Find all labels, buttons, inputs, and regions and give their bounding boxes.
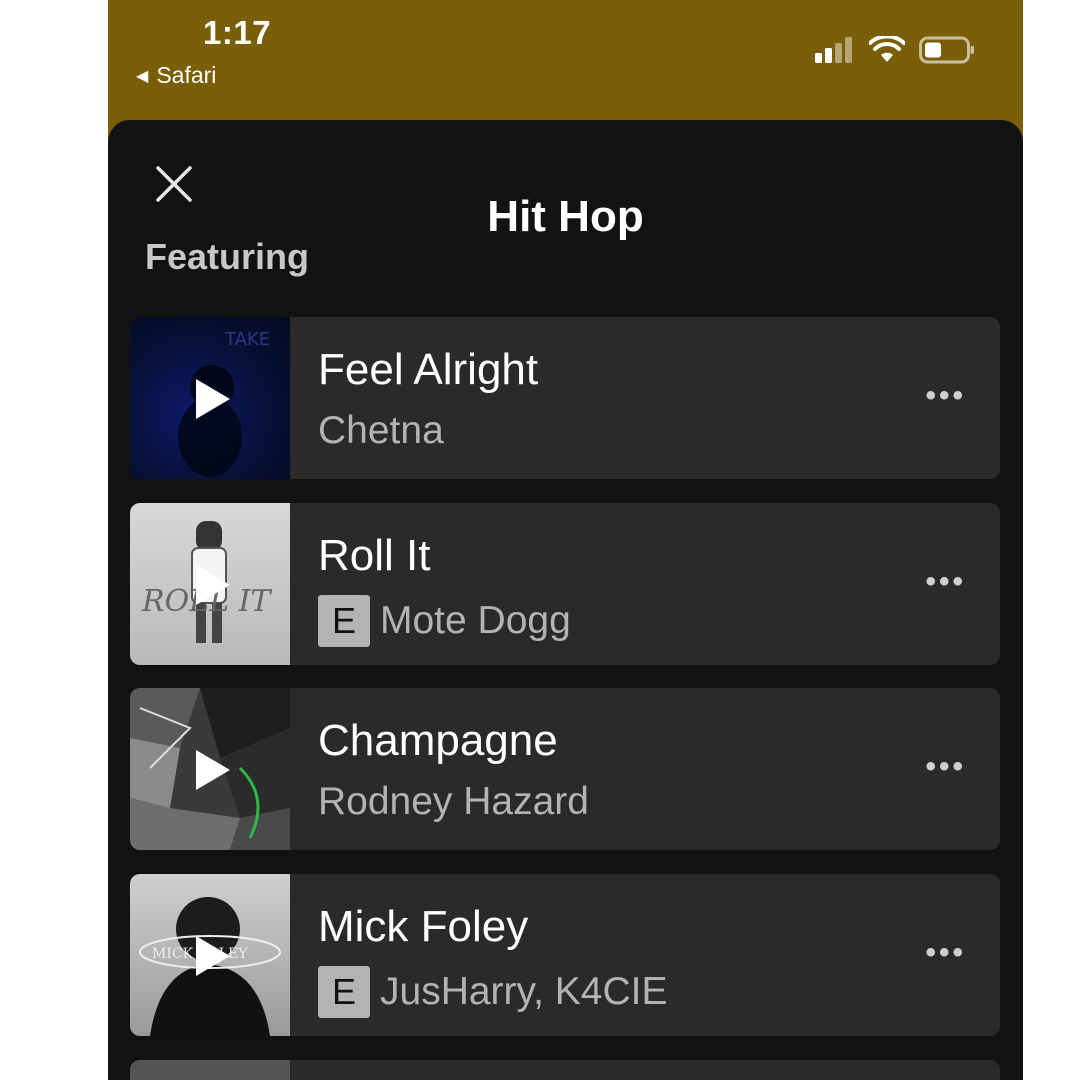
track-artist: Mote Dogg (380, 599, 571, 642)
track-row[interactable]: MICK FOLEY Mick Foley E JusHarry, K4CIE … (130, 874, 1000, 1036)
track-title: Champagne (318, 716, 558, 765)
track-artist: Chetna (318, 409, 444, 452)
more-options-button[interactable]: ••• (925, 750, 966, 784)
signal-icon (815, 37, 852, 63)
album-art[interactable]: TAKE (130, 317, 290, 479)
track-title: Mick Foley (318, 902, 529, 951)
play-icon (196, 936, 230, 976)
sheet-title: Hit Hop (487, 192, 644, 241)
track-artist: Rodney Hazard (318, 780, 589, 823)
wifi-icon (869, 36, 905, 62)
status-time: 1:17 (203, 14, 272, 51)
track-artist-line: Rodney Hazard (318, 780, 589, 824)
back-triangle-icon: ◀ (136, 67, 149, 85)
track-artist-line: E Mote Dogg (318, 595, 571, 647)
back-app-label: Safari (156, 62, 217, 88)
explicit-badge: E (318, 966, 370, 1018)
battery-icon (919, 36, 974, 64)
play-icon (196, 750, 230, 790)
track-row[interactable]: ROLL IT Roll It E Mote Dogg ••• (130, 503, 1000, 665)
phone-screen: 1:17 ◀ Safari Hit Hop Featuring TAKE Fee… (108, 0, 1023, 1080)
play-icon (196, 565, 230, 605)
more-options-button[interactable]: ••• (925, 936, 966, 970)
back-to-app-link[interactable]: ◀ Safari (136, 62, 216, 89)
track-row-partial[interactable] (130, 1060, 1000, 1080)
track-row[interactable]: TAKE Feel Alright Chetna ••• (130, 317, 1000, 479)
album-art[interactable] (130, 688, 290, 850)
playlist-sheet: Hit Hop Featuring TAKE Feel Alright Chet… (108, 120, 1023, 1080)
track-artist-line: Chetna (318, 409, 444, 453)
status-icons (815, 36, 975, 64)
album-art (130, 1060, 290, 1080)
more-options-button[interactable]: ••• (925, 379, 966, 413)
play-icon (196, 379, 230, 419)
track-artist-line: E JusHarry, K4CIE (318, 966, 668, 1018)
track-title: Roll It (318, 531, 431, 580)
album-art[interactable]: MICK FOLEY (130, 874, 290, 1036)
section-label-featuring: Featuring (145, 236, 310, 277)
svg-text:TAKE: TAKE (224, 329, 270, 350)
track-row[interactable]: Champagne Rodney Hazard ••• (130, 688, 1000, 850)
explicit-badge: E (318, 595, 370, 647)
more-options-button[interactable]: ••• (925, 565, 966, 599)
album-art[interactable]: ROLL IT (130, 503, 290, 665)
track-title: Feel Alright (318, 345, 539, 394)
track-artist: JusHarry, K4CIE (380, 970, 668, 1013)
